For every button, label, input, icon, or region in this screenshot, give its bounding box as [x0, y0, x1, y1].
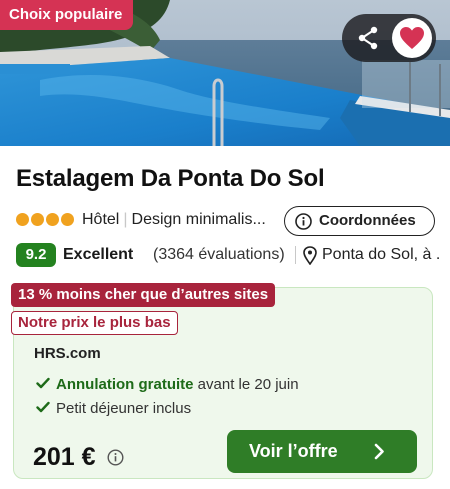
price: 201 €: [33, 443, 96, 471]
coordinates-label: Coordonnées: [319, 212, 416, 229]
review-count[interactable]: (3364 évaluations): [153, 246, 285, 264]
lowest-price-tag: Notre prix le plus bas: [11, 311, 178, 335]
perk-text: Petit déjeuner inclus: [56, 400, 192, 417]
view-offer-label: Voir l’offre: [249, 441, 338, 461]
hotel-location[interactable]: Ponta do Sol, à ...: [322, 246, 440, 264]
price-info-icon[interactable]: [107, 449, 124, 466]
hotel-type-label: Hôtel: [82, 211, 120, 228]
perk-text: avant le 20 juin: [193, 376, 299, 393]
rating-label: Excellent: [63, 246, 134, 263]
hotel-name[interactable]: Estalagem Da Ponta Do Sol: [16, 165, 325, 193]
hotel-description: Design minimalis...: [131, 211, 266, 228]
coordinates-button[interactable]: Coordonnées: [284, 206, 435, 236]
popular-badge: Choix populaire: [0, 0, 134, 30]
cheaper-tag: 13 % moins cher que d’autres sites: [11, 283, 276, 307]
hotel-info-row: Hôtel | Design minimalis... Coordonnées: [16, 206, 436, 236]
chevron-right-icon: [374, 443, 384, 460]
divider: [295, 246, 296, 264]
hotel-type: Hôtel | Design minimalis...: [82, 211, 282, 229]
favorite-button[interactable]: [392, 18, 432, 58]
star-rating: [16, 213, 76, 227]
star-dot-icon: [31, 213, 44, 226]
star-dot-icon: [46, 213, 59, 226]
check-icon: [36, 401, 50, 413]
divider: |: [123, 211, 128, 228]
perk-highlight: Annulation gratuite: [56, 376, 194, 393]
rating-score-badge[interactable]: 9.2: [16, 243, 56, 267]
hero-actions: [342, 14, 436, 62]
hotel-photo[interactable]: Choix populaire: [0, 0, 450, 146]
heart-icon: [400, 27, 424, 49]
view-offer-button[interactable]: Voir l’offre: [227, 430, 417, 473]
check-icon: [36, 377, 50, 389]
provider-name: HRS.com: [34, 345, 101, 362]
rating-row: 9.2 Excellent (3364 évaluations) Ponta d…: [16, 243, 440, 269]
star-dot-icon: [61, 213, 74, 226]
star-dot-icon: [16, 213, 29, 226]
perk-breakfast: Petit déjeuner inclus: [36, 400, 191, 417]
share-icon[interactable]: [352, 22, 384, 54]
info-icon: [295, 213, 312, 230]
location-pin-icon: [303, 246, 317, 265]
perk-free-cancellation: Annulation gratuite avant le 20 juin: [36, 376, 299, 393]
